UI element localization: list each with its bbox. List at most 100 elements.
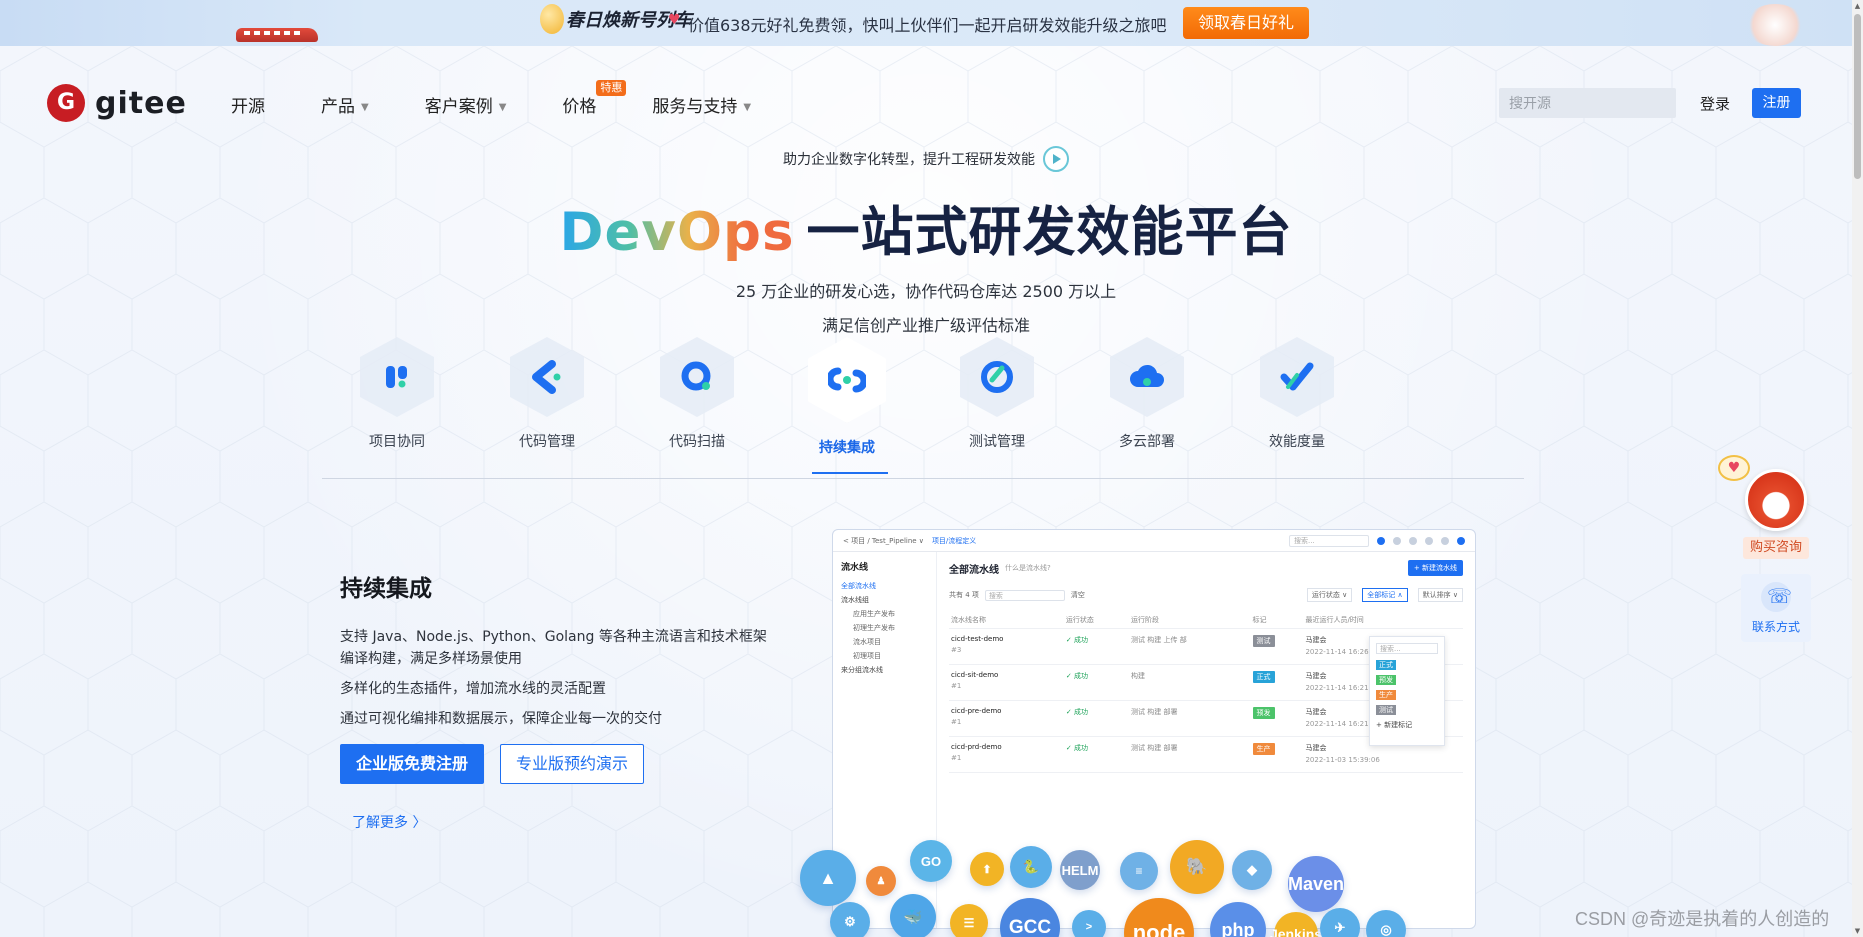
logo-text: gitee — [95, 85, 187, 121]
learn-more-link[interactable]: 了解更多 〉 — [352, 812, 426, 832]
search-input[interactable] — [1499, 88, 1676, 118]
mock-row-tag: 生产 — [1252, 743, 1275, 755]
promo-banner[interactable]: 春日焕新号列车 ♥ 价值638元好礼免费领，快叫上伙伴们一起开启研发效能升级之旅… — [0, 0, 1852, 46]
feature-section: 持续集成 支持 Java、Node.js、Python、Golang 等各种主流… — [340, 569, 767, 831]
feature-line-3: 多样化的生态插件，增加流水线的灵活配置 — [340, 681, 606, 697]
nav-open-source[interactable]: 开源 — [231, 92, 265, 117]
mascot-avatar[interactable] — [1745, 469, 1807, 531]
mock-filter-selects: 运行状态 ∨ 全部标记 ∧ 默认排序 ∨ — [1306, 588, 1463, 602]
tabs-divider — [322, 478, 1524, 479]
mock-sidebar-sub: 流水项目 — [853, 638, 881, 646]
tab-metrics[interactable]: 效能度量 — [1222, 337, 1372, 451]
code-icon — [510, 337, 584, 417]
mock-dropdown-option-label: 测试 — [1376, 705, 1396, 715]
mock-plus-icon — [1441, 536, 1449, 545]
banner-cta-button[interactable]: 领取春日好礼 — [1183, 7, 1309, 39]
mock-row-name: cicd-prd-demo — [951, 743, 1002, 751]
k8s-icon: ⚙ — [830, 902, 870, 937]
tab-scan[interactable]: 代码扫描 — [622, 337, 772, 451]
mock-sidebar-sub: 初理生产发布 — [853, 624, 895, 632]
mock-doc-icon — [1409, 536, 1417, 545]
feature-title: 持续集成 — [340, 576, 432, 602]
mock-row-status: ✓ 成功 — [1063, 628, 1130, 665]
mock-bulb-icon — [1425, 536, 1433, 545]
heart-bubble-icon: ♥ — [1718, 455, 1750, 481]
go-icon: GO — [910, 840, 952, 882]
mock-breadcrumb-link: 项目/流程定义 — [931, 536, 977, 545]
mock-main-header: 全部流水线 什么是流水线? + 新建流水线 — [949, 560, 1463, 576]
tab-code[interactable]: 代码管理 — [472, 337, 622, 451]
docker-icon: 🐳 — [890, 894, 936, 937]
cloud-icon — [1110, 337, 1184, 417]
watermark: CSDN @奇迹是执着的人创造的 — [1575, 909, 1830, 929]
mock-row-stages: 测试 构建 部署 — [1129, 736, 1251, 773]
feature-line-4: 通过可视化编排和数据展示，保障企业每一次的交付 — [340, 711, 662, 727]
buy-consult-button[interactable]: 购买咨询 — [1743, 537, 1809, 559]
tab-active-indicator — [812, 472, 888, 474]
contact-label: 联系方式 — [1751, 620, 1800, 634]
tab-label: 持续集成 — [819, 440, 875, 456]
scroll-icon: ≡ — [1120, 852, 1158, 890]
elephant-icon: 🐘 — [1170, 840, 1224, 894]
logo[interactable]: G gitee — [47, 84, 187, 122]
mock-count: 共有 4 项 — [949, 591, 979, 599]
mock-sidebar-item: 全部流水线 — [841, 582, 876, 590]
mock-row-tag: 正式 — [1252, 671, 1275, 683]
mock-sidebar-sub: 应用生产发布 — [853, 610, 895, 618]
mock-filter-tag: 全部标记 ∧ — [1362, 588, 1408, 602]
scrollbar-thumb[interactable] — [1854, 14, 1861, 179]
mock-dropdown-option-label: 生产 — [1376, 690, 1396, 700]
mock-row-tag: 预发 — [1252, 707, 1275, 719]
tab-project[interactable]: 项目协同 — [322, 337, 472, 451]
nav-pricing[interactable]: 价格 特惠 — [562, 80, 627, 117]
tab-label: 代码管理 — [519, 434, 575, 450]
mock-sidebar-item: 来分组流水线 — [841, 666, 883, 674]
signup-button[interactable]: 注册 — [1752, 88, 1801, 118]
tab-test[interactable]: 测试管理 — [922, 337, 1072, 451]
mock-row-stages: 测试 构建 部署 — [1129, 700, 1251, 737]
mock-row-stages: 构建 — [1129, 664, 1251, 701]
chevron-down-icon: ▼ — [743, 101, 752, 113]
node-icon: node — [1124, 898, 1194, 937]
mock-link-icon — [1393, 536, 1401, 545]
terminal-icon: > — [1072, 910, 1106, 937]
nav-cases[interactable]: 客户案例 ▼ — [425, 92, 507, 117]
scroll-down-icon[interactable]: ▼ — [1854, 927, 1861, 935]
mock-breadcrumb: < 项目 / Test_Pipeline ∨ — [843, 536, 924, 545]
mock-row-tag: 测试 — [1252, 635, 1275, 647]
tab-ci[interactable]: 持续集成 — [772, 337, 922, 474]
scroll-up-icon[interactable]: ▲ — [1854, 2, 1861, 10]
contact-button[interactable]: 联系方式 — [1741, 574, 1811, 642]
enterprise-signup-button[interactable]: 企业版免费注册 — [340, 744, 484, 784]
mock-avatar — [1457, 536, 1465, 545]
banner-message: 价值638元好礼免费领，快叫上伙伴们一起开启研发效能升级之旅吧 — [688, 16, 1167, 35]
nav-services[interactable]: 服务与支持 ▼ — [652, 92, 751, 117]
heart-icon: ♥ — [668, 12, 681, 28]
main-nav: 开源 产品 ▼ 客户案例 ▼ 价格 特惠 服务与支持 ▼ — [231, 80, 807, 117]
demo-booking-button[interactable]: 专业版预约演示 — [500, 744, 644, 784]
jenkins-figure-icon: ♟ — [866, 866, 896, 896]
feature-line-1: 支持 Java、Node.js、Python、Golang 等各种主流语言和技术… — [340, 629, 767, 645]
phone-icon — [1761, 582, 1792, 612]
mock-col-header: 标记 — [1250, 612, 1304, 629]
jenkins-icon: Jenkins — [1270, 912, 1322, 937]
mock-col-header: 运行阶段 — [1129, 612, 1251, 629]
mock-help-text: 什么是流水线? — [1005, 564, 1051, 572]
tab-label: 代码扫描 — [669, 434, 725, 450]
nav-products[interactable]: 产品 ▼ — [321, 92, 369, 117]
mock-dropdown-option: 预发 — [1376, 675, 1438, 685]
mock-sidebar-title: 流水线 — [841, 563, 869, 573]
feature-line-2: 编译构建，满足多样场景使用 — [340, 651, 522, 667]
mock-row-id: #1 — [951, 718, 962, 726]
telegram-icon: ✈ — [1320, 908, 1360, 937]
tech-stack-bubbles: ▲ ♟ GO ⬆ 🐍 HELM ≡ 🐘 ◆ Maven ⚙ 🐳 ☰ GCC > node php Jenkins ✈… — [800, 840, 1480, 937]
chevron-down-icon: ▼ — [361, 101, 369, 113]
site-header: G gitee 开源 产品▼ 客户案例▼ 价格特惠 服务与支持▼ 登录 注册 — [0, 46, 1852, 158]
tab-cloud[interactable]: 多云部署 — [1072, 337, 1222, 451]
login-link[interactable]: 登录 — [1700, 93, 1730, 114]
mock-sidebar-item: 流水线组 — [841, 596, 869, 604]
product-tabs: 项目协同 代码管理 代码扫描 持续集成 测试管理 多云部署 效能度量 — [322, 337, 1524, 479]
page-scrollbar[interactable]: ▲ ▼ — [1852, 0, 1863, 937]
gitee-logo-icon: G — [47, 84, 85, 122]
scan-icon — [660, 337, 734, 417]
